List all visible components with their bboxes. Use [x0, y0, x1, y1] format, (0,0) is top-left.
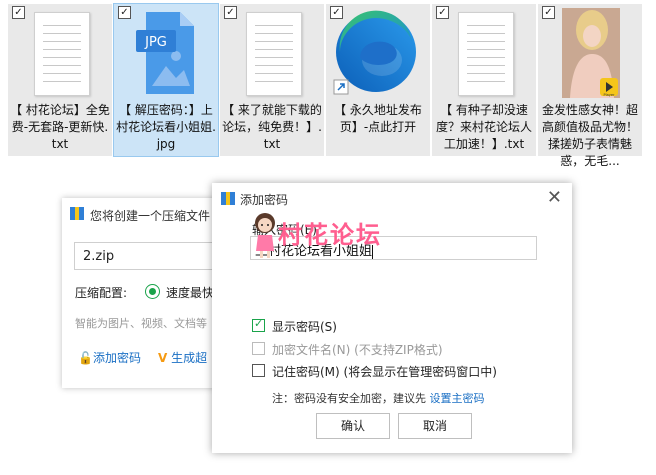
- security-note: 注：密码没有安全加密，建议先 设置主密码: [272, 392, 485, 405]
- file-name: 【 永久地址发布页】-点此打开: [334, 103, 422, 134]
- speed-radio[interactable]: [145, 284, 160, 299]
- file-checkbox[interactable]: ✓: [118, 6, 131, 19]
- speed-option-label[interactable]: 速度最快: [166, 284, 214, 301]
- cartoon-girl-icon: [255, 213, 275, 258]
- smart-hint: 智能为图片、视频、文档等: [75, 317, 207, 330]
- jpg-badge: JPG: [144, 35, 167, 50]
- add-password-link[interactable]: 🔓添加密码: [78, 349, 141, 366]
- show-password-checkbox[interactable]: [252, 317, 265, 332]
- archive-app-icon: [221, 192, 235, 205]
- encrypt-filename-label: 加密文件名(N) (不支持ZIP格式): [272, 343, 443, 357]
- ok-button[interactable]: 确认: [316, 413, 390, 439]
- remember-password-checkbox[interactable]: [252, 364, 265, 377]
- remember-password-label[interactable]: 记住密码(M) (将会显示在管理密码窗口中): [272, 363, 497, 380]
- close-icon[interactable]: ✕: [547, 187, 562, 208]
- dialog-title: 您将创建一个压缩文件: [90, 209, 211, 223]
- encrypt-filename-checkbox: [252, 342, 265, 355]
- text-file-icon: [452, 8, 516, 98]
- file-name: 【 解压密码：】上村花论坛看小姐姐.jpg: [116, 103, 216, 151]
- text-file-icon: [240, 8, 304, 98]
- file-checkbox[interactable]: ✓: [224, 6, 237, 19]
- file-item-5[interactable]: ✓ 【 有种子却没速度？来村花论坛人工加速！】.txt: [432, 4, 536, 156]
- file-item-1[interactable]: ✓ 【 村花论坛】全免费-无套路-更新快.txt: [8, 4, 112, 156]
- file-name: 【 来了就能下载的论坛，纯免费！】.txt: [222, 103, 322, 151]
- text-file-icon: [28, 8, 92, 98]
- show-password-label[interactable]: 显示密码(S): [272, 318, 337, 335]
- cancel-button[interactable]: 取消: [398, 413, 472, 439]
- dialog-title: 添加密码: [240, 193, 289, 207]
- file-item-4[interactable]: ✓ 【 永久地址发布页】-点此打开: [326, 4, 430, 156]
- file-name: 【 有种子却没速度？来村花论坛人工加速！】.txt: [435, 103, 532, 151]
- generate-link[interactable]: V 生成超: [158, 349, 207, 366]
- file-name: 【 村花论坛】全免费-无套路-更新快.txt: [10, 103, 110, 151]
- file-name: 金发性感女神！超高颜值极品尤物！揉搓奶子表情魅惑，无毛...: [541, 103, 638, 168]
- image-file-icon: JPG: [136, 12, 194, 94]
- video-thumbnail: Player: [562, 8, 620, 98]
- compress-dialog: 您将创建一个压缩文件 2.zip 压缩配置: 速度最快 智能为图片、视频、文档等…: [62, 198, 244, 388]
- file-item-6[interactable]: ✓ Player 金发性感女神！超高颜值极品尤物！揉搓奶子表情魅惑，无毛...: [538, 4, 642, 168]
- edge-browser-icon: [333, 10, 416, 95]
- v-icon: V: [158, 351, 168, 365]
- watermark-text: 村花论坛: [278, 221, 382, 249]
- set-master-password-link[interactable]: 设置主密码: [430, 392, 485, 405]
- svg-text:Player: Player: [604, 93, 615, 97]
- watermark: 村花论坛: [252, 211, 412, 261]
- file-item-3[interactable]: ✓ 【 来了就能下载的论坛，纯免费！】.txt: [220, 4, 324, 156]
- file-checkbox[interactable]: ✓: [542, 6, 555, 19]
- file-checkbox[interactable]: ✓: [12, 6, 25, 19]
- archive-app-icon: [70, 207, 84, 220]
- file-item-2[interactable]: ✓ JPG 【 解压密码：】上村花论坛看小姐姐.jpg: [113, 3, 219, 157]
- lock-icon: 🔓: [78, 351, 93, 365]
- config-label: 压缩配置:: [75, 286, 128, 300]
- file-checkbox[interactable]: ✓: [436, 6, 449, 19]
